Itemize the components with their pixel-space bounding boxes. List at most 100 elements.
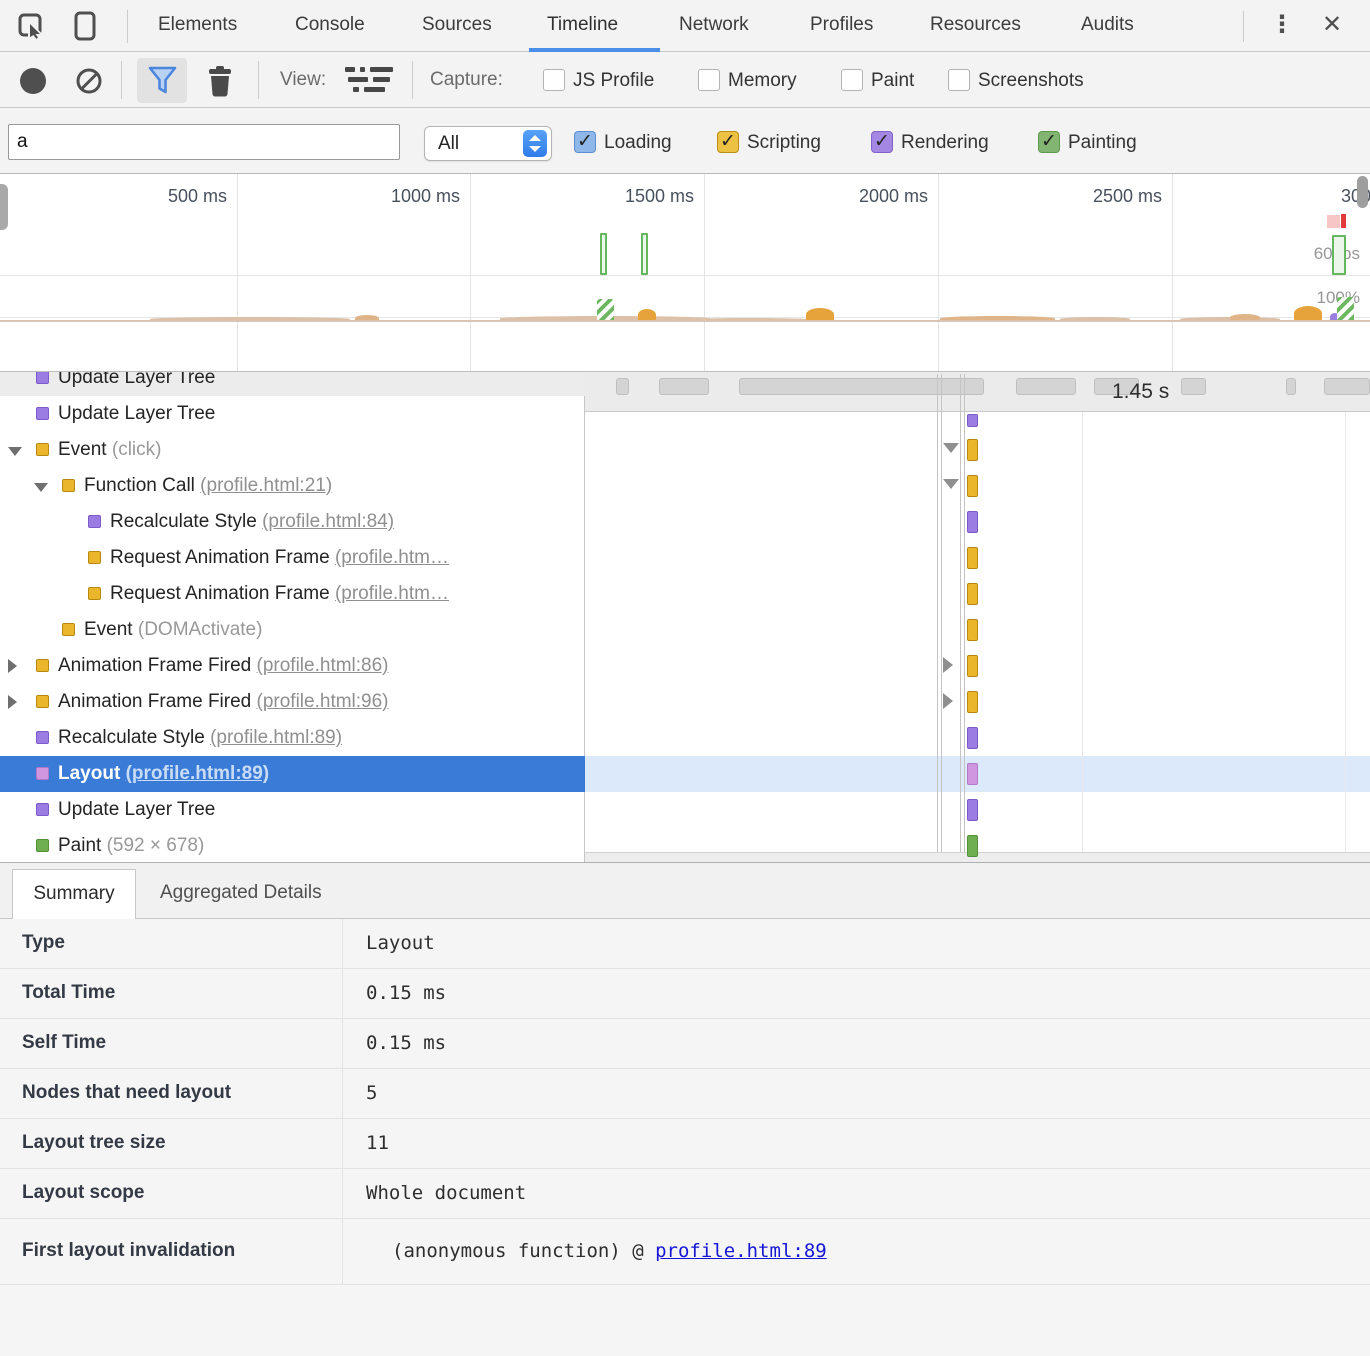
record-source-link[interactable]: (profile.html:89): [210, 727, 342, 748]
record-row-animation-frame-fired[interactable]: Animation Frame Fired (profile.html:96): [0, 684, 585, 720]
menu-dots-icon[interactable]: ⋮: [1270, 13, 1294, 37]
inspect-element-icon[interactable]: [17, 12, 45, 40]
record-row-paint[interactable]: Paint (592 × 678): [0, 828, 585, 862]
graph-event-bar-rendering[interactable]: [967, 414, 978, 427]
record-name: Request Animation Frame: [110, 583, 330, 604]
close-icon[interactable]: ✕: [1322, 13, 1342, 37]
frame-bar: [1332, 235, 1346, 275]
graph-event-bar-scripting[interactable]: [967, 547, 978, 569]
record-source-link[interactable]: (profile.html:21): [200, 475, 332, 496]
tab-sources[interactable]: Sources: [422, 14, 492, 36]
tab-profiles[interactable]: Profiles: [810, 14, 873, 36]
category-checkbox-loading[interactable]: ✓: [574, 131, 596, 153]
record-name: Animation Frame Fired: [58, 655, 251, 676]
tab-timeline[interactable]: Timeline: [547, 14, 618, 36]
record-row-update-layer-tree[interactable]: Update Layer Tree: [0, 372, 585, 396]
graph-event-bar-painting[interactable]: [967, 835, 978, 857]
scripting-category-icon: [88, 551, 101, 564]
record-source-link[interactable]: (profile.html:84): [262, 511, 394, 532]
overview-left-grip[interactable]: [0, 184, 8, 230]
record-row-layout[interactable]: Layout (profile.html:89): [0, 756, 585, 792]
trash-icon[interactable]: [206, 65, 234, 97]
expand-open-icon[interactable]: [8, 447, 22, 456]
clear-icon[interactable]: [76, 68, 102, 94]
summary-row-label: Type: [22, 932, 65, 954]
tab-console[interactable]: Console: [295, 14, 365, 36]
graph-expand-icon[interactable]: [943, 693, 953, 709]
graph-event-bar-rendering[interactable]: [967, 511, 978, 533]
collapsed-record-bar: [1324, 378, 1370, 395]
record-button[interactable]: [20, 68, 46, 94]
summary-row-layout-tree-size: Layout tree size11: [0, 1119, 1370, 1169]
summary-row-label: First layout invalidation: [22, 1240, 235, 1262]
record-title: Update Layer Tree: [58, 403, 215, 425]
record-row-animation-frame-fired[interactable]: Animation Frame Fired (profile.html:86): [0, 648, 585, 684]
expand-closed-icon[interactable]: [8, 659, 17, 673]
filter-text-input[interactable]: [8, 124, 400, 160]
category-checkbox-painting[interactable]: ✓: [1038, 131, 1060, 153]
record-row-event[interactable]: Event (DOMActivate): [0, 612, 585, 648]
record-detail: (click): [107, 439, 162, 460]
capture-checkbox-memory[interactable]: [698, 69, 720, 91]
graph-event-bar-scripting[interactable]: [967, 691, 978, 713]
record-source-link[interactable]: (profile.html:89): [126, 763, 270, 784]
select-spinner-icon: [523, 130, 547, 157]
type-filter-select[interactable]: All: [424, 126, 552, 161]
view-mode-icon[interactable]: [345, 67, 395, 93]
category-label-rendering: Rendering: [901, 132, 989, 154]
tab-summary[interactable]: Summary: [12, 869, 136, 919]
checkmark-icon: ✓: [1041, 130, 1057, 153]
category-checkbox-scripting[interactable]: ✓: [717, 131, 739, 153]
ruler-tick-label: 500 ms: [127, 186, 227, 207]
rendering-category-icon: [36, 803, 49, 816]
graph-event-bar-scripting[interactable]: [967, 583, 978, 605]
record-row-content: Layout (profile.html:89): [0, 756, 585, 792]
graph-event-bar-scripting[interactable]: [967, 475, 978, 497]
graph-expand-icon[interactable]: [943, 443, 959, 453]
devtools-tabbar: ⋮ ✕ Elements Console Sources Timeline Networ…: [0, 0, 1370, 52]
graph-event-bar-layout[interactable]: [967, 763, 978, 785]
tab-resources[interactable]: Resources: [930, 14, 1021, 36]
scripting-category-icon: [36, 659, 49, 672]
timeline-overview[interactable]: 500 ms1000 ms1500 ms2000 ms2500 ms3000 6…: [0, 174, 1370, 372]
record-source-link[interactable]: (profile.htm…: [335, 547, 449, 568]
capture-checkbox-js-profile[interactable]: [543, 69, 565, 91]
record-source-link[interactable]: (profile.html:96): [257, 691, 389, 712]
graph-event-bar-scripting[interactable]: [967, 655, 978, 677]
source-link[interactable]: profile.html:89: [655, 1240, 827, 1262]
graph-expand-icon[interactable]: [943, 479, 959, 489]
graph-event-bar-scripting[interactable]: [967, 619, 978, 641]
long-frame-marker-bar: [1341, 214, 1346, 228]
record-source-link[interactable]: (profile.html:86): [257, 655, 389, 676]
tab-network[interactable]: Network: [679, 14, 749, 36]
scripting-category-icon: [36, 695, 49, 708]
record-row-update-layer-tree[interactable]: Update Layer Tree: [0, 792, 585, 828]
record-source-link[interactable]: (profile.htm…: [335, 583, 449, 604]
record-row-event[interactable]: Event (click): [0, 432, 585, 468]
record-row-update-layer-tree[interactable]: Update Layer Tree: [0, 396, 585, 432]
record-row-request-animation-frame[interactable]: Request Animation Frame (profile.htm…: [0, 576, 585, 612]
tab-elements[interactable]: Elements: [158, 14, 237, 36]
record-row-function-call[interactable]: Function Call (profile.html:21): [0, 468, 585, 504]
records-graph-pane[interactable]: 1.45 s: [585, 372, 1370, 862]
record-row-request-animation-frame[interactable]: Request Animation Frame (profile.htm…: [0, 540, 585, 576]
graph-event-bar-rendering[interactable]: [967, 727, 978, 749]
capture-checkbox-screenshots[interactable]: [948, 69, 970, 91]
graph-event-bar-rendering[interactable]: [967, 799, 978, 821]
category-checkbox-rendering[interactable]: ✓: [871, 131, 893, 153]
record-row-recalculate-style[interactable]: Recalculate Style (profile.html:89): [0, 720, 585, 756]
graph-event-bar-scripting[interactable]: [967, 439, 978, 461]
tab-audits[interactable]: Audits: [1081, 14, 1134, 36]
record-row-content: Function Call (profile.html:21): [0, 468, 585, 504]
capture-checkbox-paint[interactable]: [841, 69, 863, 91]
expand-closed-icon[interactable]: [8, 695, 17, 709]
tab-aggregated-details[interactable]: Aggregated Details: [150, 869, 332, 919]
expand-open-icon[interactable]: [34, 483, 48, 492]
record-row-recalculate-style[interactable]: Recalculate Style (profile.html:84): [0, 504, 585, 540]
filter-icon[interactable]: [147, 65, 178, 96]
graph-expand-icon[interactable]: [943, 657, 953, 673]
device-toolbar-icon[interactable]: [74, 11, 96, 41]
summary-row-label: Nodes that need layout: [22, 1082, 231, 1104]
ruler-gridline: [1172, 174, 1173, 372]
vertical-scrollbar-thumb[interactable]: [1357, 176, 1368, 208]
